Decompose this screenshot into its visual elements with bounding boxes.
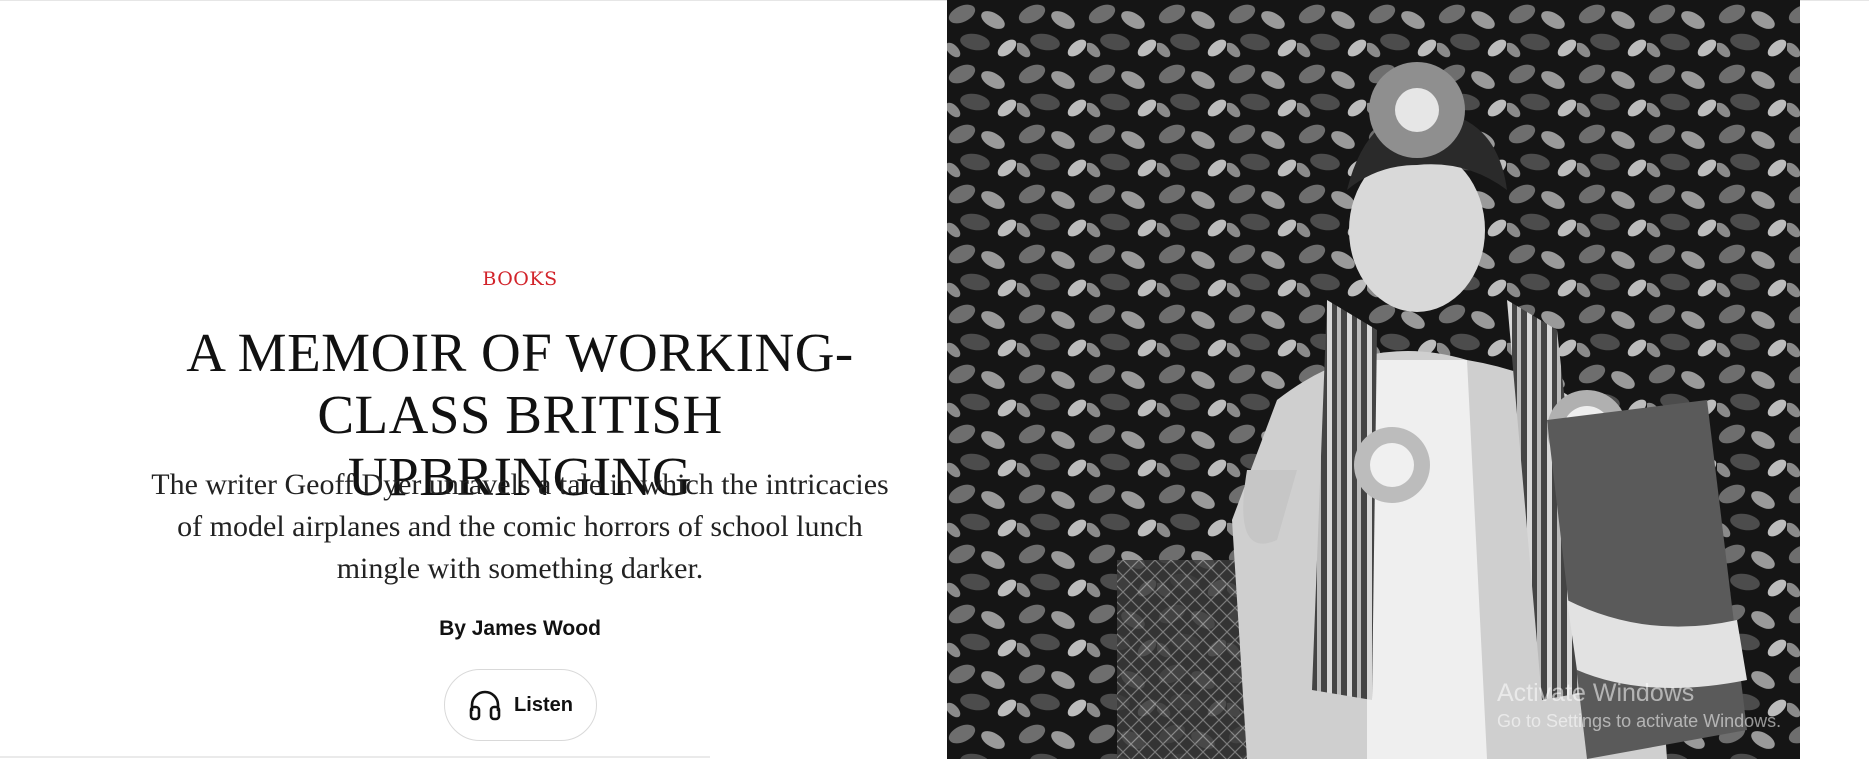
listen-button[interactable]: Listen [444, 669, 597, 741]
headphones-icon [468, 689, 502, 721]
section-rubric-link[interactable]: Books [0, 268, 1040, 290]
hero-photo [947, 0, 1800, 759]
hero-photo-image [947, 0, 1800, 759]
article-dek: The writer Geoff Dyer unravels a tale in… [151, 468, 889, 585]
article-header: Books A Memoir of Working-Class British … [0, 0, 947, 759]
article-byline[interactable]: By James Wood [0, 617, 1040, 641]
listen-label: Listen [514, 693, 573, 716]
bottom-divider [0, 756, 710, 758]
